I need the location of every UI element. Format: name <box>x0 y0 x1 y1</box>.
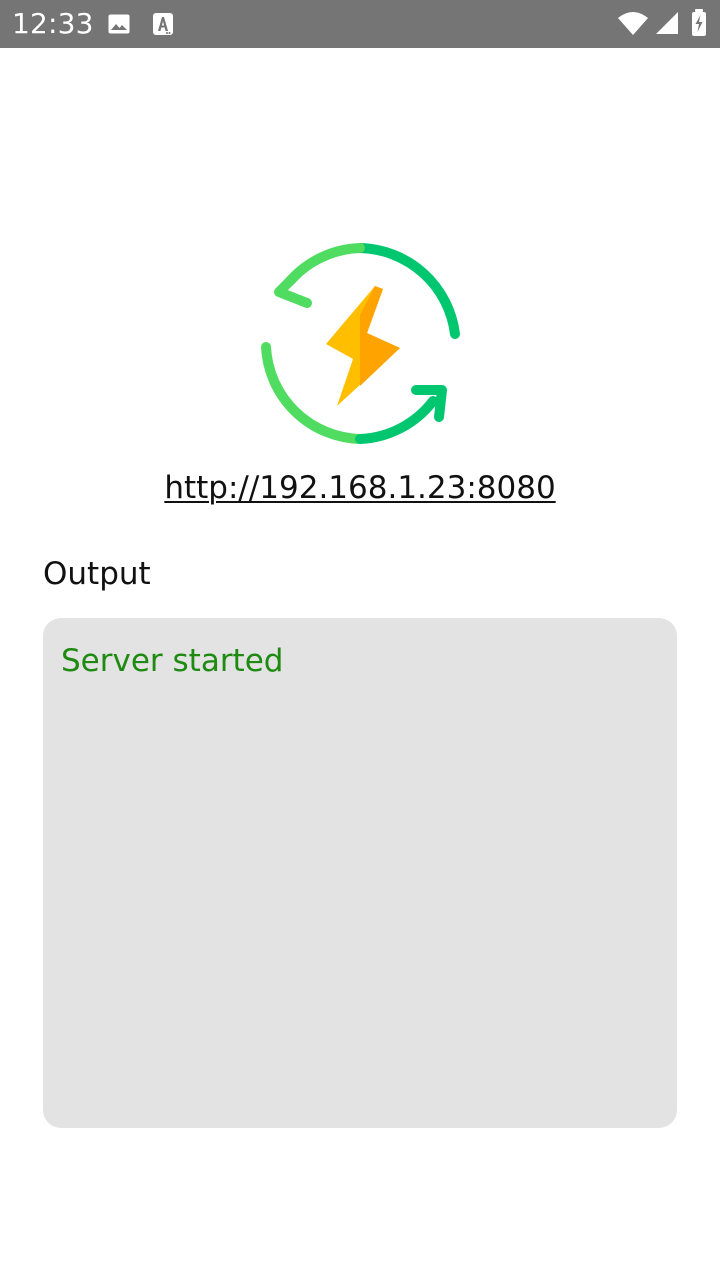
text-a-icon <box>153 13 173 35</box>
output-panel: Server started <box>43 618 677 1128</box>
server-url-link[interactable]: http://192.168.1.23:8080 <box>110 468 610 508</box>
battery-icon <box>692 9 706 36</box>
gallery-icon <box>108 14 130 34</box>
output-log-text: Server started <box>61 643 284 679</box>
output-title: Output <box>43 556 151 592</box>
sync-lightning-icon <box>261 243 460 444</box>
signal-icon <box>656 12 678 34</box>
wifi-icon <box>618 12 648 35</box>
status-bar: 12:33 <box>0 0 720 48</box>
status-time: 12:33 <box>12 7 94 40</box>
